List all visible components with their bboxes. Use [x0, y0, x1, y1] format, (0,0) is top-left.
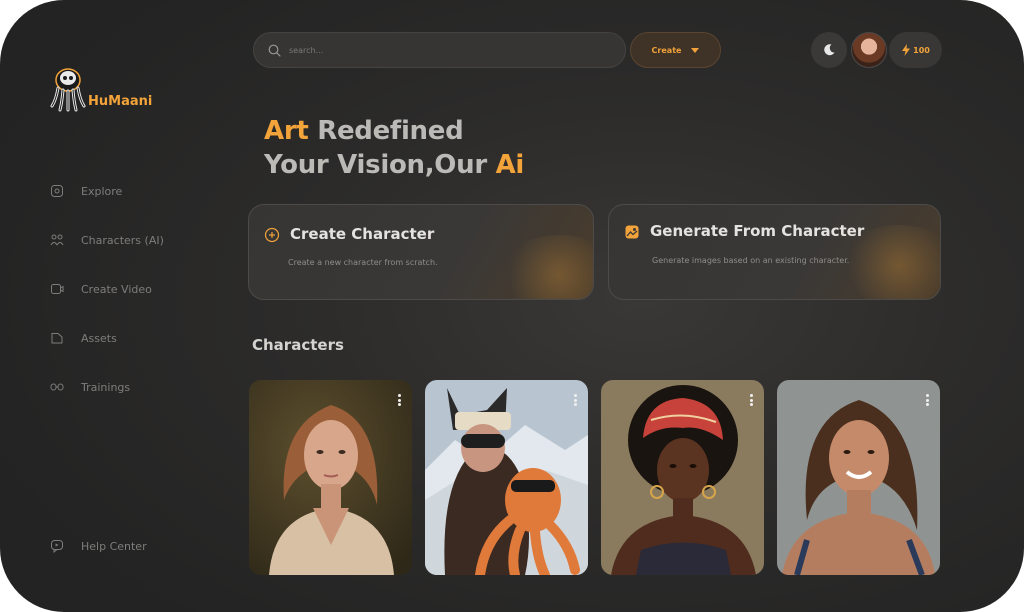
- character-portrait-image: [777, 380, 940, 575]
- card-glow: [499, 235, 593, 299]
- people-icon: [50, 233, 64, 247]
- sidebar-item-explore[interactable]: Explore: [50, 180, 220, 202]
- more-options-icon[interactable]: [397, 394, 401, 406]
- card-description: Generate images based on an existing cha…: [652, 256, 850, 265]
- search-input[interactable]: [287, 44, 587, 56]
- octopus-logo-icon: [50, 68, 86, 112]
- search-bar[interactable]: [253, 32, 626, 68]
- sidebar-item-label: Explore: [81, 184, 123, 198]
- user-avatar[interactable]: [851, 32, 887, 68]
- create-character-card[interactable]: Create Character Create a new character …: [248, 204, 594, 300]
- folder-icon: [50, 331, 64, 345]
- hero-accent-ai: Ai: [495, 150, 525, 180]
- sidebar-nav: Explore Characters (AI) Create Video Ass…: [50, 180, 220, 425]
- character-portrait-image: [249, 380, 412, 575]
- moon-icon: [824, 44, 835, 56]
- video-icon: [50, 282, 64, 296]
- chevron-down-icon: [691, 47, 700, 53]
- create-dropdown-button[interactable]: Create: [630, 32, 721, 68]
- plus-circle-icon: [264, 227, 280, 243]
- card-title: Generate From Character: [650, 222, 865, 240]
- create-button-label: Create: [651, 45, 682, 55]
- hero-line-2: Your Vision,Our Ai: [264, 148, 524, 182]
- character-card[interactable]: [777, 380, 940, 575]
- character-card[interactable]: [601, 380, 764, 575]
- character-portrait-image: [601, 380, 764, 575]
- more-options-icon[interactable]: [749, 394, 753, 406]
- sidebar-item-label: Characters (AI): [81, 233, 164, 247]
- card-description: Create a new character from scratch.: [288, 258, 438, 267]
- hero-accent-art: Art: [264, 116, 309, 146]
- app-window: HuMaani Explore Characters (AI) Create V…: [0, 0, 1024, 612]
- character-portrait-image: [425, 380, 588, 575]
- help-chat-icon: [50, 539, 64, 553]
- search-icon: [268, 44, 281, 57]
- theme-toggle-button[interactable]: [811, 32, 847, 68]
- generate-from-character-card[interactable]: Generate From Character Generate images …: [608, 204, 941, 300]
- sidebar-item-label: Assets: [81, 331, 117, 345]
- hero-line-1: Art Redefined: [264, 114, 524, 148]
- more-options-icon[interactable]: [925, 394, 929, 406]
- sidebar-item-label: Trainings: [81, 380, 131, 394]
- sidebar-item-assets[interactable]: Assets: [50, 327, 220, 349]
- hero-heading: Art Redefined Your Vision,Our Ai: [264, 114, 524, 182]
- sidebar-item-trainings[interactable]: Trainings: [50, 376, 220, 398]
- character-card[interactable]: [249, 380, 412, 575]
- hero-redefined: Redefined: [308, 116, 464, 146]
- compass-icon: [50, 184, 64, 198]
- glasses-icon: [50, 380, 64, 394]
- help-center-label: Help Center: [81, 539, 147, 553]
- character-card[interactable]: [425, 380, 588, 575]
- lightning-icon: [902, 44, 911, 56]
- sidebar-item-create-video[interactable]: Create Video: [50, 278, 220, 300]
- brand-name: HuMaani: [88, 93, 153, 109]
- brand-logo[interactable]: HuMaani: [50, 64, 152, 112]
- characters-section-title: Characters: [252, 336, 344, 354]
- sidebar-item-help-center[interactable]: Help Center: [50, 539, 147, 553]
- credits-count: 100: [913, 45, 930, 55]
- credits-badge[interactable]: 100: [889, 32, 942, 68]
- hero-your-vision: Your Vision,Our: [264, 150, 496, 180]
- sidebar-item-label: Create Video: [81, 282, 152, 296]
- sidebar-item-characters[interactable]: Characters (AI): [50, 229, 220, 251]
- more-options-icon[interactable]: [573, 394, 577, 406]
- image-gallery-icon: [624, 224, 640, 240]
- card-title: Create Character: [290, 225, 435, 243]
